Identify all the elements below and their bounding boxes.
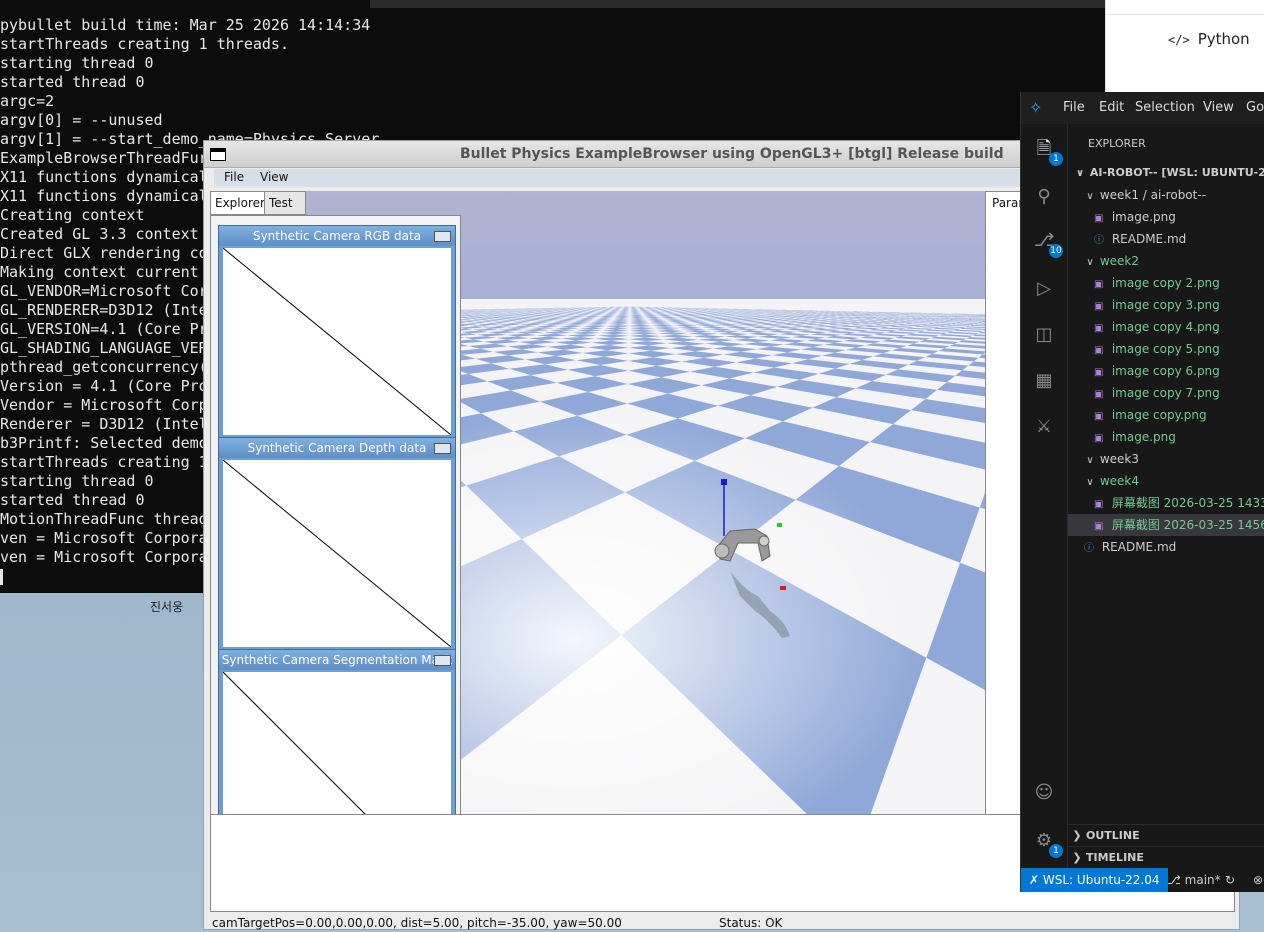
terminal-line: argc=2 [0, 92, 379, 111]
search-icon[interactable]: ⚲ [1031, 184, 1057, 210]
status-bar: camTargetPos=0.00,0.00,0.00, dist=5.00, … [204, 912, 1239, 929]
source-control-icon[interactable]: ⎇10 [1031, 228, 1057, 254]
terminal-line: started thread 0 [0, 73, 379, 92]
tree-file[interactable]: ▣ image copy 3.png [1068, 294, 1264, 316]
tree-file[interactable]: ▣ image copy 2.png [1068, 272, 1264, 294]
terminal-line: starting thread 0 [0, 54, 379, 73]
outline-section[interactable]: ❯OUTLINE [1068, 824, 1264, 847]
python-tab[interactable]: </>Python [1168, 30, 1250, 48]
explorer-title: EXPLORER [1088, 137, 1146, 150]
sync-icon[interactable]: ↻ [1225, 868, 1235, 892]
branch-icon: ⎇ [1167, 873, 1181, 887]
activity-bar: 🗎1 ⚲ ⎇10 ▷ ◫ ▦ ⚔ ☺ ⚙1 [1021, 124, 1068, 868]
tree-folder[interactable]: ∨ week4 [1068, 470, 1264, 492]
remote-indicator[interactable]: ✗ WSL: Ubuntu-22.04 [1021, 868, 1168, 892]
terminal-line: argv[0] = --unused [0, 111, 379, 130]
browser-panel: </>Python [1105, 0, 1264, 100]
code-icon: </> [1168, 33, 1190, 47]
branch-indicator[interactable]: ⎇ main* [1167, 868, 1221, 892]
tree-file[interactable]: ▣ 屏幕截图 2026-03-25 143333 [1068, 492, 1264, 514]
image-file-icon: ▣ [1094, 274, 1108, 294]
tab-explorer[interactable]: Explorer [210, 191, 267, 215]
minimize-button[interactable] [434, 231, 451, 242]
tree-file[interactable]: ⓘ README.md [1068, 536, 1264, 558]
minimize-button[interactable] [434, 443, 451, 454]
run-debug-icon[interactable]: ▷ [1031, 276, 1057, 302]
image-file-icon: ▣ [1094, 208, 1108, 228]
testing-icon[interactable]: ⚔ [1031, 414, 1057, 440]
tree-file[interactable]: ▣ image copy.png [1068, 404, 1264, 426]
image-file-icon: ▣ [1094, 428, 1108, 448]
tree-folder[interactable]: ∨ week3 [1068, 448, 1264, 470]
menu-view[interactable]: View [260, 170, 288, 184]
settings-gear-icon[interactable]: ⚙1 [1031, 828, 1057, 854]
chevron-down-icon: ∨ [1084, 450, 1096, 470]
tree-file[interactable]: ▣ image.png [1068, 206, 1264, 228]
chevron-down-icon: ∨ [1084, 472, 1096, 492]
minimize-button[interactable] [434, 655, 451, 666]
chevron-down-icon: ∨ [1084, 186, 1096, 206]
vscode-statusbar: ✗ WSL: Ubuntu-22.04 ⎇ main* ↻ ⊗ [1021, 868, 1264, 892]
remote-icon: ✗ [1029, 873, 1039, 887]
camera-depth-title: Synthetic Camera Depth data [219, 438, 455, 458]
terminal-line: startThreads creating 1 threads. [0, 35, 379, 54]
image-file-icon: ▣ [1094, 516, 1108, 536]
window-title: Bullet Physics ExampleBrowser using Open… [460, 146, 1004, 162]
image-file-icon: ▣ [1094, 362, 1108, 382]
info-icon: ⓘ [1094, 230, 1108, 250]
menu-go[interactable]: Go [1246, 100, 1264, 115]
image-file-icon: ▣ [1094, 318, 1108, 338]
explorer-icon[interactable]: 🗎1 [1031, 136, 1057, 162]
timeline-section[interactable]: ❯TIMELINE [1068, 846, 1264, 869]
remote-explorer-icon[interactable]: ◫ [1031, 322, 1057, 348]
image-file-icon: ▣ [1094, 406, 1108, 426]
menu-edit[interactable]: Edit [1099, 100, 1124, 115]
vscode-menubar: ✧ File Edit Selection View Go [1021, 92, 1264, 124]
vscode-window[interactable]: ✧ File Edit Selection View Go 🗎1 ⚲ ⎇10 ▷… [1020, 92, 1264, 892]
tree-folder[interactable]: ∨ week1 / ai-robot-- [1068, 184, 1264, 206]
chevron-down-icon: ∨ [1084, 252, 1096, 272]
tree-file[interactable]: ⓘ README.md [1068, 228, 1264, 250]
tree-folder[interactable]: ∨ AI-ROBOT-- [WSL: UBUNTU-22.04] [1068, 162, 1264, 184]
terminal-line: pybullet build time: Mar 25 2026 14:14:3… [0, 16, 379, 35]
menu-file[interactable]: File [224, 170, 244, 184]
explorer-sidebar: EXPLORER ∨ AI-ROBOT-- [WSL: UBUNTU-22.04… [1068, 124, 1264, 868]
camera-status: camTargetPos=0.00,0.00,0.00, dist=5.00, … [212, 915, 622, 932]
status-ok: Status: OK [719, 915, 782, 932]
account-icon[interactable]: ☺ [1031, 780, 1057, 806]
tree-file[interactable]: ▣ image.png [1068, 426, 1264, 448]
info-icon: ⓘ [1084, 538, 1098, 558]
camera-segmentation-title: Synthetic Camera Segmentation Mask [219, 650, 455, 670]
menu-view[interactable]: View [1203, 100, 1234, 115]
tree-file[interactable]: ▣ image copy 5.png [1068, 338, 1264, 360]
tab-test[interactable]: Test [264, 191, 306, 215]
window-menu-icon[interactable] [210, 148, 226, 161]
tree-file[interactable]: ▣ image copy 6.png [1068, 360, 1264, 382]
extensions-icon[interactable]: ▦ [1031, 368, 1057, 394]
image-file-icon: ▣ [1094, 296, 1108, 316]
problems-icon[interactable]: ⊗ [1253, 868, 1263, 892]
vscode-logo-icon: ✧ [1029, 100, 1047, 116]
tree-file[interactable]: ▣ image copy 7.png [1068, 382, 1264, 404]
desktop-icon-label[interactable]: 진서웅 [150, 598, 183, 615]
menu-file[interactable]: File [1063, 100, 1085, 115]
tree-file[interactable]: ▣ 屏幕截图 2026-03-25 145606 [1068, 514, 1264, 536]
image-file-icon: ▣ [1094, 384, 1108, 404]
camera-rgb-title: Synthetic Camera RGB data [219, 226, 455, 246]
camera-depth-panel[interactable]: Synthetic Camera Depth data [218, 437, 456, 651]
image-file-icon: ▣ [1094, 494, 1108, 514]
menu-selection[interactable]: Selection [1135, 100, 1195, 115]
tree-file[interactable]: ▣ image copy 4.png [1068, 316, 1264, 338]
terminal-cursor [0, 569, 3, 585]
tree-folder[interactable]: ∨ week2 [1068, 250, 1264, 272]
chevron-down-icon: ∨ [1074, 163, 1086, 184]
camera-rgb-panel[interactable]: Synthetic Camera RGB data [218, 225, 456, 439]
image-file-icon: ▣ [1094, 340, 1108, 360]
